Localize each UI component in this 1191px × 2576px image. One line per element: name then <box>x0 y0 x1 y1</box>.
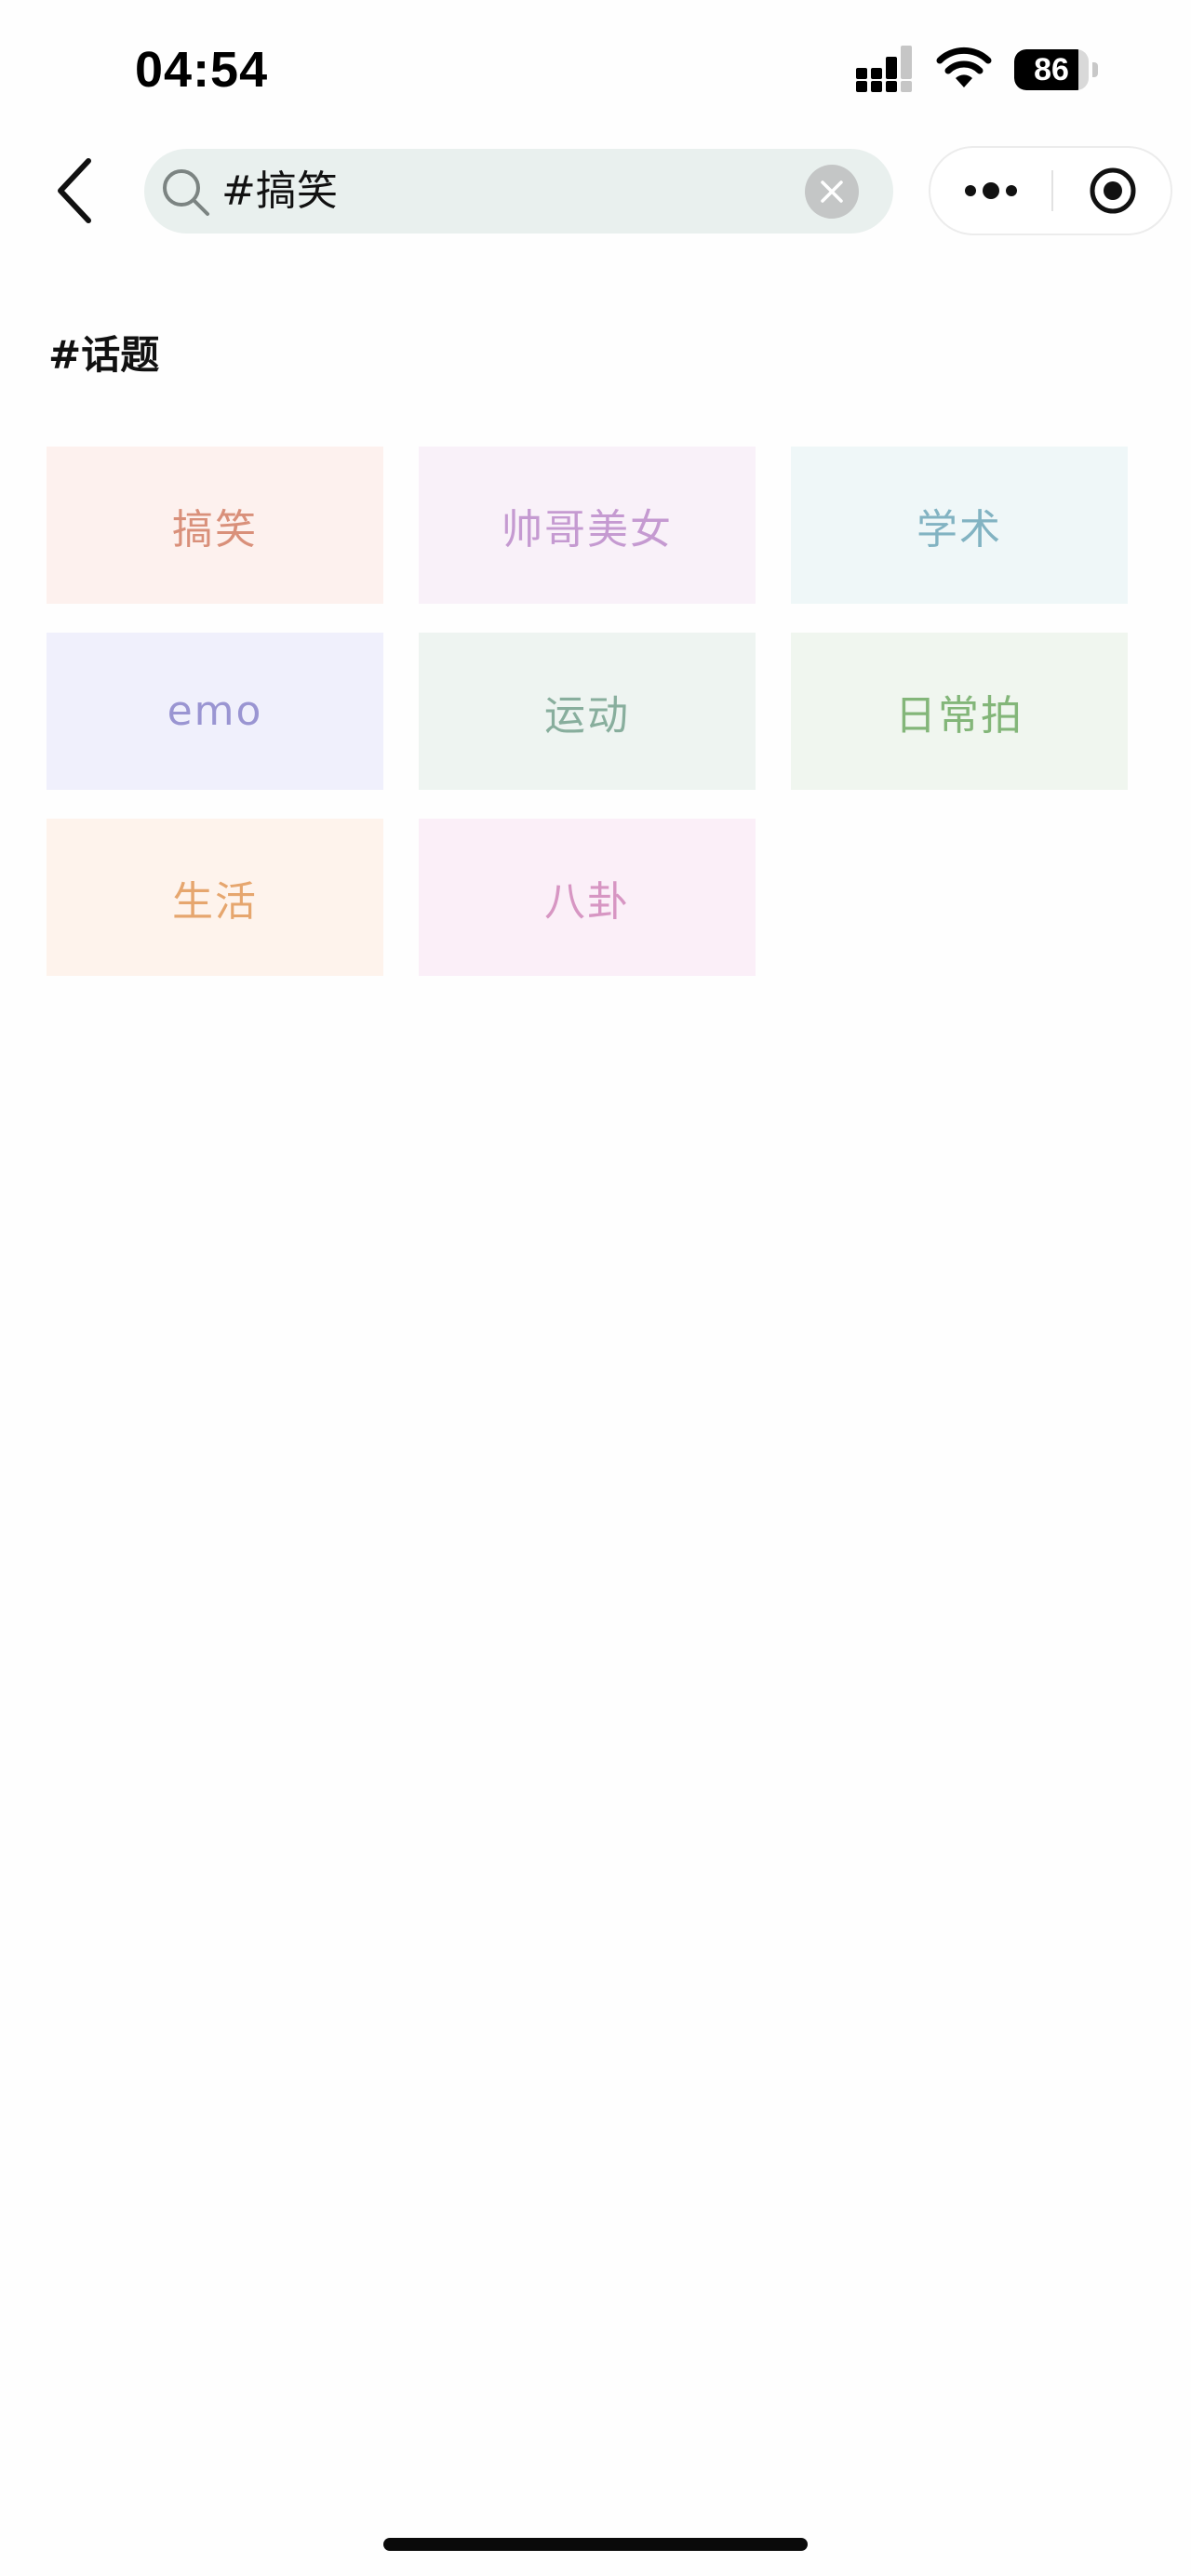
close-mini-program-button[interactable] <box>1053 148 1172 234</box>
topic-tag[interactable]: 运动 <box>419 633 756 790</box>
topic-tag[interactable]: 生活 <box>47 819 383 976</box>
wifi-icon <box>936 47 992 87</box>
battery-indicator: 86 <box>1014 49 1098 90</box>
battery-cap <box>1092 62 1098 77</box>
search-input[interactable]: #搞笑 <box>221 149 338 234</box>
search-icon <box>163 169 209 216</box>
target-circle-icon <box>1090 167 1136 214</box>
topic-tag[interactable]: 学术 <box>791 447 1128 604</box>
topic-tag[interactable]: 搞笑 <box>47 447 383 604</box>
close-icon <box>821 180 843 203</box>
topic-tag[interactable]: emo <box>47 633 383 790</box>
section-title: #话题 <box>48 332 160 378</box>
cellular-signal-icon <box>856 46 912 92</box>
status-bar: 04:54 86 <box>0 0 1191 140</box>
topic-tag[interactable]: 日常拍 <box>791 633 1128 790</box>
battery-body: 86 <box>1014 49 1089 90</box>
topic-tag[interactable]: 八卦 <box>419 819 756 976</box>
topic-tag[interactable]: 帅哥美女 <box>419 447 756 604</box>
more-dots-icon <box>965 182 1017 199</box>
more-button[interactable] <box>930 148 1051 234</box>
home-indicator <box>383 2538 808 2551</box>
search-box[interactable]: #搞笑 <box>144 149 893 234</box>
clear-search-button[interactable] <box>805 165 859 219</box>
battery-level: 86 <box>1034 52 1069 87</box>
chevron-left-icon <box>58 158 91 223</box>
mini-program-capsule <box>929 146 1172 235</box>
back-button[interactable] <box>37 149 112 233</box>
status-time: 04:54 <box>135 42 269 98</box>
